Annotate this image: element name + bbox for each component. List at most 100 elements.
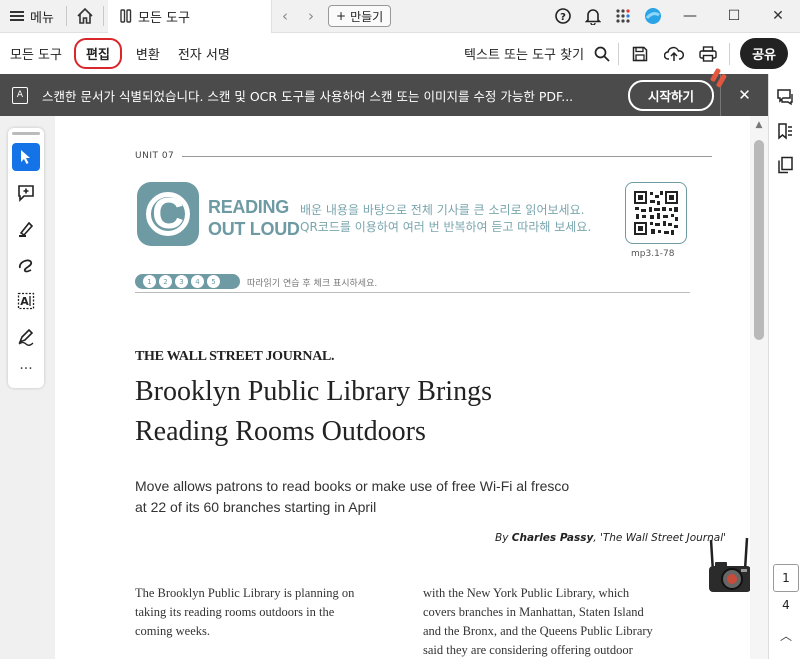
menu-label: 메뉴 [30, 10, 54, 26]
svg-text:?: ? [560, 12, 566, 23]
close-window-button[interactable]: ✕ [756, 0, 800, 33]
apps-grid-icon[interactable] [608, 0, 638, 33]
pen-sign-icon [18, 328, 34, 346]
plus-icon: + [336, 9, 347, 23]
scroll-thumb[interactable] [754, 140, 764, 340]
comments-icon[interactable] [769, 80, 800, 114]
minimize-button[interactable]: — [668, 0, 712, 33]
title-bar: 메뉴 모든 도구 ‹ › + 만들기 ? — ☐ ✕ [0, 0, 800, 33]
menu-bar: 모든 도구 편집 변환 전자 서명 텍스트 또는 도구 찾기 공유 [0, 33, 800, 74]
desc-line: 배운 내용을 바탕으로 전체 기사를 큰 소리로 읽어보세요. [300, 203, 585, 217]
search-icon[interactable] [590, 33, 614, 74]
divider [618, 42, 620, 65]
menu-item-convert[interactable]: 변환 [136, 44, 160, 63]
find-label[interactable]: 텍스트 또는 도구 찾기 [464, 44, 584, 63]
camera-sticker-icon [709, 537, 750, 592]
byline: By Charles Passy, 'The Wall Street Journ… [495, 532, 726, 544]
article-column-2: with the New York Public Library, which … [423, 584, 698, 659]
tools-icon [120, 9, 132, 23]
ocr-notification-banner: A 스캔한 문서가 식별되었습니다. 스캔 및 OCR 도구를 사용하여 스캔 … [0, 74, 768, 116]
subhead-line: Move allows patrons to read books or mak… [135, 478, 570, 494]
start-button[interactable]: 시작하기 [628, 79, 715, 111]
panel-grip[interactable] [12, 132, 40, 135]
text-box-icon: A [17, 292, 35, 310]
headline-line: Reading Rooms Outdoors [135, 416, 426, 447]
badge-letter: C [146, 192, 190, 236]
divider [729, 42, 731, 65]
scan-document-icon: A [12, 86, 28, 104]
share-button[interactable]: 공유 [740, 38, 788, 69]
freehand-draw-icon [18, 259, 33, 273]
tab-label: 모든 도구 [138, 10, 190, 26]
column-line: with the New York Public Library, which [423, 586, 630, 600]
out-loud-text: OUT LOUD [208, 219, 300, 239]
bookmarks-icon[interactable] [769, 114, 800, 148]
byline-prefix: By [495, 532, 512, 544]
article-headline: Brooklyn Public Library Brings Reading R… [135, 372, 655, 452]
scroll-up-arrow-icon[interactable]: ▲ [750, 116, 768, 134]
total-pages: 4 [782, 598, 790, 612]
qr-label: mp3.1-78 [631, 249, 675, 259]
more-tools-icon[interactable]: ··· [8, 361, 44, 377]
draw-tool[interactable] [12, 251, 40, 279]
chevron-up-icon[interactable]: ︿ [773, 627, 799, 644]
menu-item-edit[interactable]: 편집 [73, 38, 122, 69]
add-comment-tool[interactable] [12, 179, 40, 207]
reading-badge: C [137, 182, 199, 246]
select-tool[interactable] [12, 143, 40, 171]
qr-code [625, 182, 687, 244]
back-button[interactable]: ‹ [272, 7, 298, 25]
column-line: taking its reading rooms outdoors in the [135, 605, 335, 619]
reading-description: 배운 내용을 바탕으로 전체 기사를 큰 소리로 읽어보세요. QR코드를 이용… [300, 202, 591, 236]
create-label: 만들기 [350, 9, 384, 24]
tab-all-tools[interactable]: 모든 도구 [108, 0, 272, 33]
cursor-arrow-icon [21, 150, 30, 164]
masthead: THE WALL STREET JOURNAL. [135, 349, 335, 364]
menu-item-all-tools[interactable]: 모든 도구 [10, 44, 62, 63]
menu-button[interactable]: 메뉴 [0, 7, 62, 26]
headline-line: Brooklyn Public Library Brings [135, 376, 492, 407]
forward-button[interactable]: › [298, 7, 324, 25]
banner-message: 스캔한 문서가 식별되었습니다. 스캔 및 OCR 도구를 사용하여 스캔 또는… [42, 88, 574, 104]
check-circle: 2 [159, 275, 172, 288]
check-circle: 5 [207, 275, 220, 288]
comment-plus-icon [18, 185, 34, 202]
close-icon[interactable]: ✕ [720, 74, 768, 116]
check-circle: 1 [143, 275, 156, 288]
text-tool[interactable]: A [12, 287, 40, 315]
highlight-tool[interactable] [12, 215, 40, 243]
quick-tools-panel: A ··· [8, 128, 44, 388]
divider [135, 292, 690, 293]
save-icon[interactable] [623, 33, 657, 74]
subhead-line: at 22 of its 60 branches starting in Apr… [135, 499, 377, 515]
qr-code-icon [634, 191, 678, 235]
maximize-button[interactable]: ☐ [712, 0, 756, 33]
sign-tool[interactable] [12, 323, 40, 351]
unit-label: UNIT 07 [135, 151, 175, 161]
divider [182, 155, 713, 157]
page-thumbnails-icon[interactable] [769, 148, 800, 182]
hamburger-icon [10, 11, 24, 21]
bell-icon[interactable] [578, 0, 608, 33]
cloud-upload-icon[interactable] [657, 33, 691, 74]
menu-item-e-sign[interactable]: 전자 서명 [178, 44, 230, 63]
help-icon[interactable]: ? [548, 0, 578, 33]
unit-header: UNIT 07 [135, 151, 713, 161]
column-line: and the Bronx, and the Queens Public Lib… [423, 624, 653, 638]
home-icon[interactable] [71, 2, 99, 30]
desc-line: QR코드를 이용하여 여러 번 반복하여 듣고 따라해 보세요. [300, 220, 592, 234]
create-button[interactable]: + 만들기 [328, 5, 392, 27]
column-line: covers branches in Manhattan, Staten Isl… [423, 605, 644, 619]
reading-out-loud-title: READING OUT LOUD [208, 196, 300, 240]
divider [66, 6, 67, 26]
check-circle: 3 [175, 275, 188, 288]
current-page-input[interactable]: 1 [773, 564, 799, 592]
article-column-1: The Brooklyn Public Library is planning … [135, 584, 390, 641]
pdf-page: UNIT 07 C READING OUT LOUD 배운 내용을 바탕으로 전… [55, 116, 750, 659]
practice-checklist: 1 2 3 4 5 따라읽기 연습 후 체크 표시하세요. [135, 271, 690, 293]
print-icon[interactable] [691, 33, 725, 74]
column-line: The Brooklyn Public Library is planning … [135, 586, 355, 600]
divider [103, 6, 104, 26]
vertical-scrollbar[interactable]: ▲ [750, 116, 768, 659]
avatar[interactable] [638, 0, 668, 33]
